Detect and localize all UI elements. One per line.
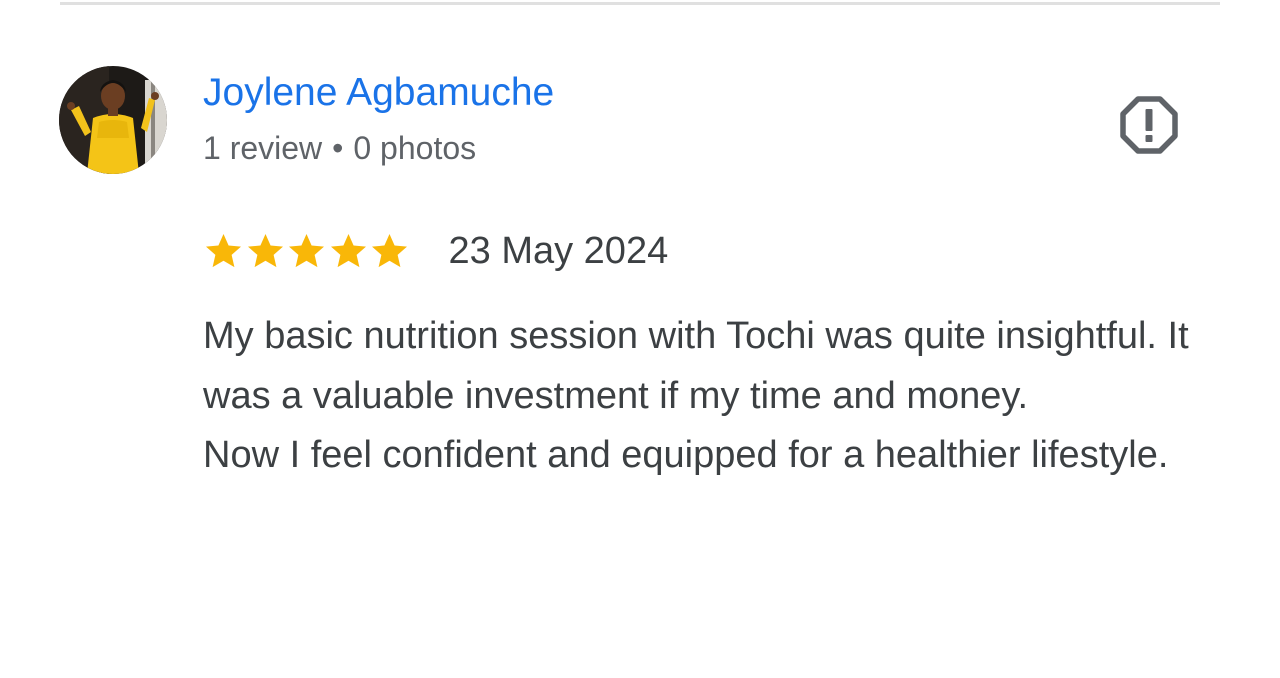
review-paragraph: Now I feel confident and equipped for a … <box>203 434 1169 476</box>
rating-row: 23 May 2024 <box>203 227 668 275</box>
avatar-photo <box>59 66 167 174</box>
photo-count: 0 photos <box>353 130 477 166</box>
review-paragraph: My basic nutrition session with Tochi wa… <box>203 315 1189 417</box>
reviewer-meta: 1 review • 0 photos <box>203 128 476 168</box>
report-review-button[interactable] <box>1118 94 1180 156</box>
review-text: My basic nutrition session with Tochi wa… <box>203 307 1203 486</box>
reviewer-name-link[interactable]: Joylene Agbamuche <box>203 70 554 116</box>
star-icon <box>289 234 324 268</box>
meta-separator: • <box>332 130 344 166</box>
star-icon <box>206 234 241 268</box>
review-count: 1 review <box>203 130 323 166</box>
top-divider <box>60 2 1220 5</box>
star-icon <box>330 234 366 268</box>
review-date: 23 May 2024 <box>448 230 669 272</box>
reviewer-avatar[interactable] <box>59 66 167 174</box>
star-icon <box>247 234 283 268</box>
star-rating <box>203 231 411 271</box>
report-flag-icon <box>1120 96 1178 154</box>
star-icon <box>372 234 407 268</box>
